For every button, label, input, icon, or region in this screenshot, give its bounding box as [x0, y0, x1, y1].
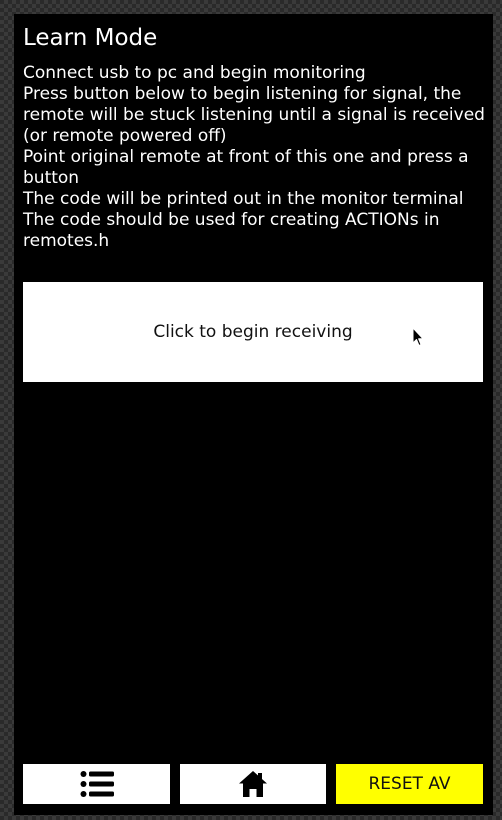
- instruction-item: The code should be used for creating ACT…: [23, 210, 440, 251]
- bottom-navigation-bar: RESET AV: [23, 764, 483, 804]
- instruction-item: Connect usb to pc and begin monitoring: [23, 63, 366, 83]
- menu-button[interactable]: [23, 764, 170, 804]
- home-icon: [239, 771, 267, 797]
- begin-receiving-label: Click to begin receiving: [153, 322, 353, 342]
- instruction-item: Press button below to begin listening fo…: [23, 84, 485, 146]
- instructions-list: Connect usb to pc and begin monitoring P…: [23, 63, 485, 252]
- list-icon: [80, 771, 114, 797]
- instruction-item: Point original remote at front of this o…: [23, 147, 469, 188]
- home-button[interactable]: [180, 764, 326, 804]
- reset-av-button[interactable]: RESET AV: [336, 764, 483, 804]
- mouse-pointer-icon: [412, 327, 424, 346]
- page-title: Learn Mode: [23, 25, 158, 51]
- learn-mode-screen: Learn Mode Connect usb to pc and begin m…: [14, 14, 493, 815]
- reset-av-label: RESET AV: [368, 774, 451, 794]
- instruction-item: The code will be printed out in the moni…: [23, 189, 464, 209]
